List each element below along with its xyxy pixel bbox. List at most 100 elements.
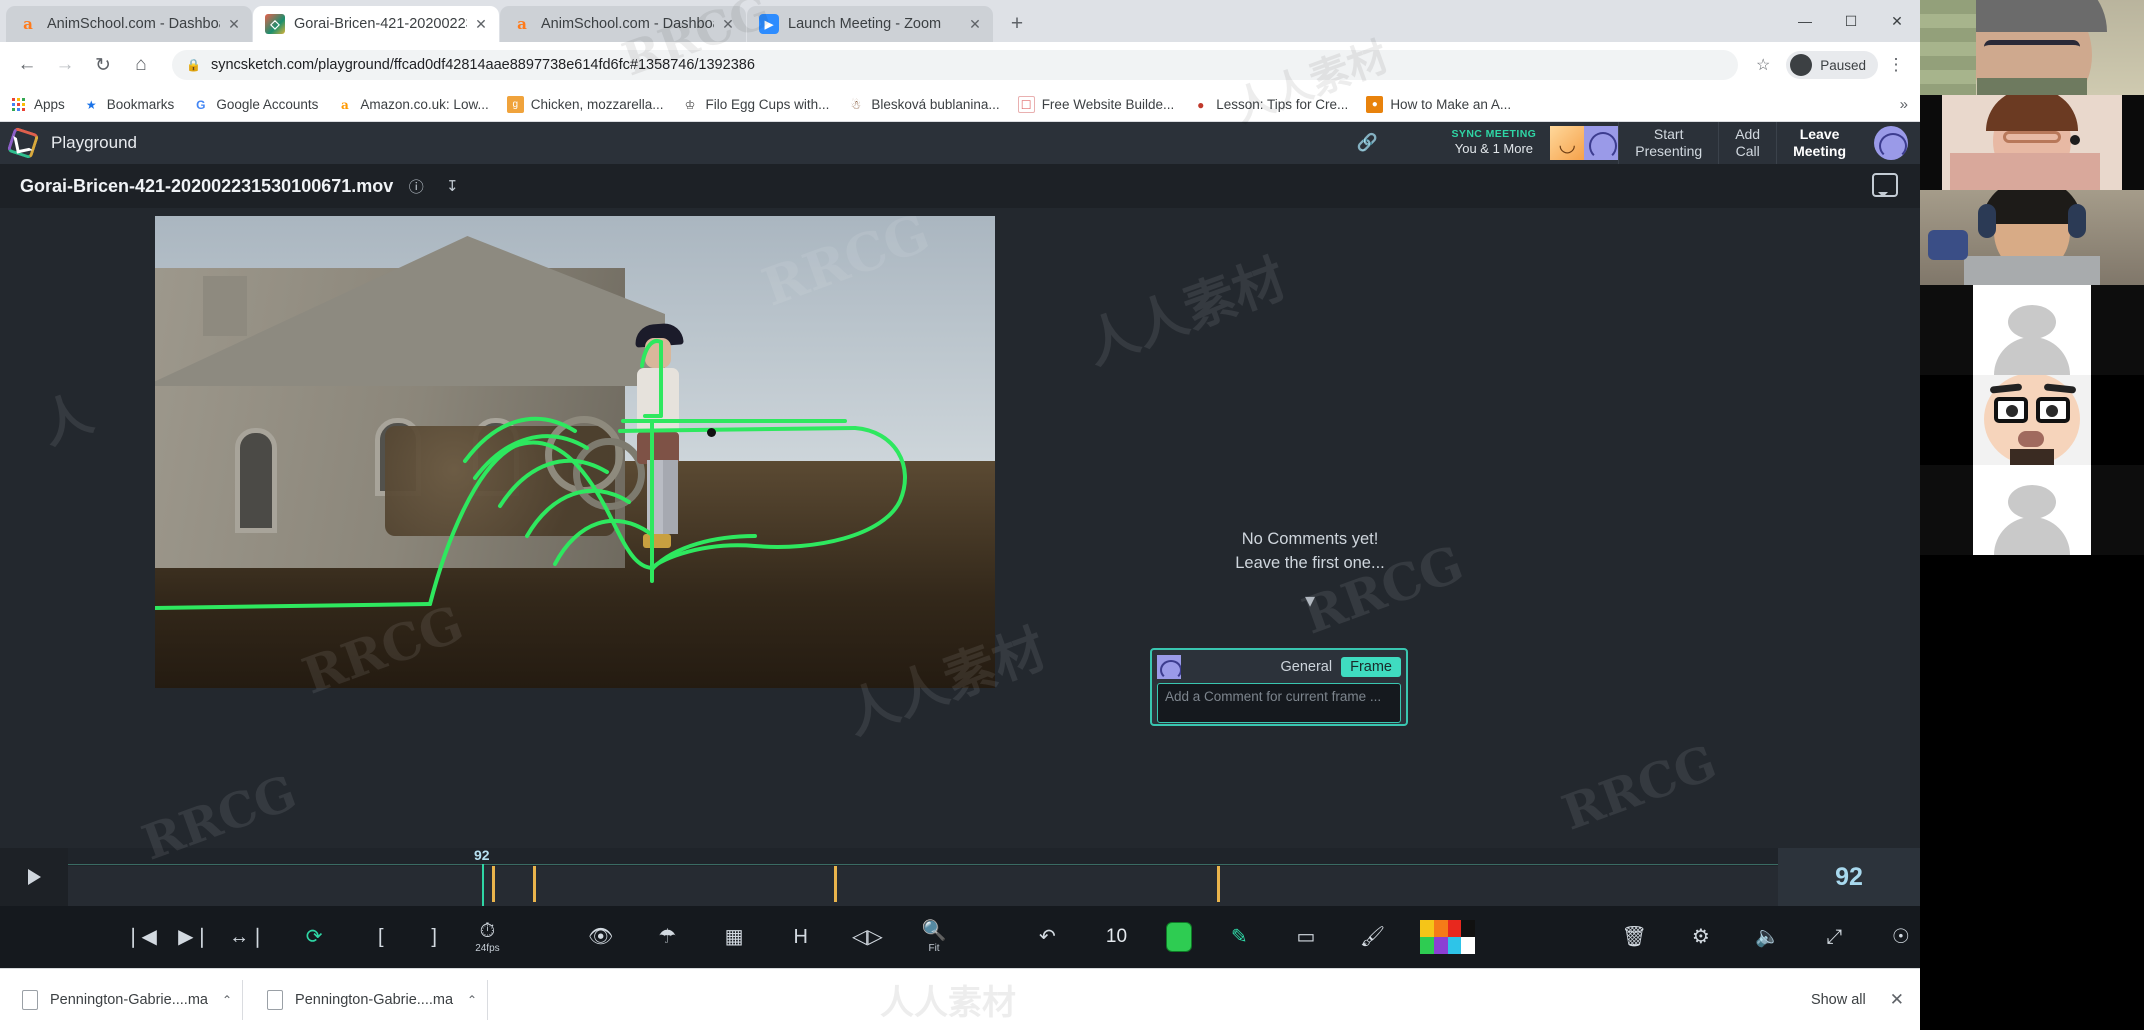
bookmark-website-builder[interactable]: ☐ Free Website Builde...: [1017, 96, 1174, 113]
close-icon[interactable]: ✕: [718, 14, 738, 34]
playhead[interactable]: [481, 864, 484, 906]
go-to-start-icon[interactable]: ❘◀: [122, 927, 160, 947]
go-to-end-icon[interactable]: ▶❘: [175, 927, 213, 947]
new-tab-button[interactable]: +: [1002, 9, 1032, 39]
kebab-menu-icon[interactable]: ⋮: [1882, 48, 1910, 82]
keyframe-marker[interactable]: [533, 866, 537, 902]
set-out-point-icon[interactable]: ]: [415, 927, 453, 947]
address-bar[interactable]: 🔒 syncsketch.com/playground/ffcad0df4281…: [172, 50, 1739, 80]
keyframe-marker[interactable]: [834, 866, 838, 902]
keyframe-marker[interactable]: [492, 866, 496, 902]
browser-tab-4[interactable]: ▶ Launch Meeting - Zoom ✕: [747, 6, 993, 42]
download-item[interactable]: Pennington-Gabrie....ma ⌃: [257, 979, 489, 1020]
loop-icon[interactable]: ⟳: [295, 927, 333, 947]
bookmark-apps[interactable]: Apps: [10, 96, 65, 113]
bookmark-bubble-cake[interactable]: ☃ Blesková bublanina...: [847, 96, 999, 113]
browser-tab-3[interactable]: a AnimSchool.com - Dashboard ✕: [500, 6, 746, 42]
chevron-down-icon[interactable]: ▾: [1295, 591, 1325, 612]
flip-horizontal-icon[interactable]: ◁▷: [848, 927, 886, 947]
reload-icon[interactable]: ↻: [86, 48, 120, 82]
bookmark-lesson-tips[interactable]: ● Lesson: Tips for Cre...: [1192, 96, 1348, 113]
swatch-red[interactable]: [1447, 920, 1462, 937]
download-icon[interactable]: ↧: [439, 173, 465, 199]
close-window-button[interactable]: ✕: [1874, 0, 1920, 42]
bookmark-google-accounts[interactable]: G Google Accounts: [192, 96, 318, 113]
help-icon[interactable]: ☉: [1882, 927, 1920, 947]
onion-skin-icon[interactable]: ☂: [648, 927, 686, 947]
close-icon[interactable]: ✕: [471, 14, 491, 34]
bookmark-filo-egg-cups[interactable]: ♔ Filo Egg Cups with...: [682, 96, 830, 113]
forward-icon[interactable]: →: [48, 48, 82, 82]
swatch-black[interactable]: [1461, 920, 1476, 937]
bookmark-how-to-make[interactable]: ● How to Make an A...: [1366, 96, 1511, 113]
participant-3-video[interactable]: [1920, 190, 2144, 285]
hide-annotations-icon[interactable]: 👁: [582, 927, 620, 947]
swatch-green[interactable]: [1420, 937, 1434, 954]
play-icon[interactable]: [0, 848, 68, 906]
comment-composer[interactable]: General Frame Add a Comment for current …: [1150, 648, 1408, 726]
grid-overlay-icon[interactable]: ▦: [715, 927, 753, 947]
bookmark-chicken-recipe[interactable]: g Chicken, mozzarella...: [506, 96, 664, 113]
participant-5-video[interactable]: [1920, 375, 2144, 465]
browser-tab-1[interactable]: a AnimSchool.com - Dashboard ✕: [6, 6, 252, 42]
zoom-fit-icon[interactable]: 🔍 Fit: [915, 921, 953, 954]
current-color-swatch[interactable]: [1166, 922, 1192, 952]
swatch-cyan[interactable]: [1447, 937, 1462, 954]
participant-1-video[interactable]: [1920, 0, 2144, 95]
show-all-downloads-button[interactable]: Show all: [1811, 992, 1866, 1008]
minimize-button[interactable]: —: [1782, 0, 1828, 42]
download-item[interactable]: Pennington-Gabrie....ma ⌃: [12, 979, 244, 1020]
horizontal-guide-icon[interactable]: H: [782, 927, 820, 947]
timeline-track[interactable]: 92: [68, 847, 1778, 906]
tab-frame[interactable]: Frame: [1341, 657, 1401, 677]
bookmark-bookmarks[interactable]: ★ Bookmarks: [83, 96, 174, 113]
media-viewer[interactable]: No Comments yet! Leave the first one... …: [0, 208, 1920, 844]
add-call-button[interactable]: Add Call: [1718, 122, 1776, 164]
color-palette[interactable]: [1420, 920, 1476, 954]
trash-icon[interactable]: 🗑: [1615, 927, 1653, 947]
framerate-icon[interactable]: ⏱ 24fps: [468, 921, 506, 954]
syncsketch-logo-icon[interactable]: [6, 126, 40, 160]
chat-bubble-icon[interactable]: [1872, 173, 1898, 197]
home-icon[interactable]: ⌂: [124, 48, 158, 82]
brush-size-value[interactable]: 10: [1095, 926, 1138, 948]
browser-tab-2[interactable]: ◇ Gorai-Bricen-421-20200223153011 ✕: [253, 6, 499, 42]
set-in-point-icon[interactable]: [: [362, 927, 400, 947]
swatch-yellow[interactable]: [1420, 920, 1434, 937]
frame-counter[interactable]: 92: [1778, 848, 1920, 906]
bookmarks-overflow-icon[interactable]: »: [1900, 96, 1908, 113]
swatch-orange[interactable]: [1433, 920, 1448, 937]
close-icon[interactable]: ✕: [1890, 990, 1904, 1010]
annotation-handle-dot[interactable]: [707, 428, 716, 437]
chevron-up-icon[interactable]: ⌃: [222, 993, 232, 1007]
profile-paused-button[interactable]: Paused: [1786, 51, 1878, 79]
eyedropper-icon[interactable]: 🖌: [1353, 927, 1391, 947]
chevron-up-icon[interactable]: ⌃: [467, 993, 477, 1007]
info-icon[interactable]: ⓘ: [403, 173, 429, 199]
video-canvas[interactable]: [155, 216, 995, 688]
leave-meeting-button[interactable]: Leave Meeting: [1776, 122, 1862, 164]
close-icon[interactable]: ✕: [224, 14, 244, 34]
keyframe-marker[interactable]: [1217, 866, 1221, 902]
participant-6-placeholder[interactable]: [1920, 465, 2144, 555]
volume-icon[interactable]: 🔈: [1748, 927, 1786, 947]
swatch-white[interactable]: [1461, 937, 1476, 954]
swatch-purple[interactable]: [1433, 937, 1448, 954]
comment-input[interactable]: Add a Comment for current frame ...: [1157, 683, 1401, 723]
step-frame-icon[interactable]: ↔❘: [228, 927, 266, 947]
eraser-icon[interactable]: ▭: [1287, 927, 1325, 947]
bookmark-amazon[interactable]: a Amazon.co.uk: Low...: [336, 96, 489, 113]
link-icon[interactable]: 🔗: [1348, 122, 1388, 164]
user-avatar[interactable]: [1874, 126, 1908, 160]
participant-4-placeholder[interactable]: [1920, 285, 2144, 375]
pencil-icon[interactable]: ✎: [1220, 927, 1258, 947]
sync-meeting-block[interactable]: SYNC MEETING You & 1 More: [1438, 122, 1619, 164]
settings-gear-icon[interactable]: ⚙: [1682, 927, 1720, 947]
fullscreen-icon[interactable]: ⤢: [1815, 927, 1853, 947]
star-icon[interactable]: ☆: [1748, 50, 1778, 80]
back-icon[interactable]: ←: [10, 48, 44, 82]
tab-general[interactable]: General: [1272, 657, 1342, 677]
start-presenting-button[interactable]: Start Presenting: [1618, 122, 1718, 164]
close-icon[interactable]: ✕: [965, 14, 985, 34]
undo-icon[interactable]: ↶: [1028, 927, 1066, 947]
